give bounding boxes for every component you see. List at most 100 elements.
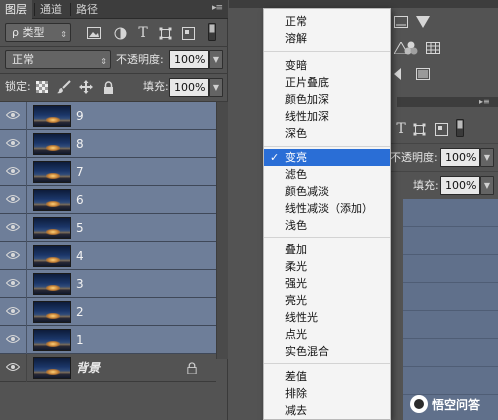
menu-item-pin-light[interactable]: 点光 (264, 326, 390, 343)
eye-icon[interactable] (6, 138, 20, 148)
layer-thumbnail[interactable] (33, 245, 71, 267)
eye-icon[interactable] (6, 250, 20, 260)
menu-item-difference[interactable]: 差值 (264, 368, 390, 385)
layer-name[interactable]: 3 (76, 270, 84, 298)
menu-item-lighten[interactable]: ✓ 变亮 (264, 149, 390, 166)
eye-icon[interactable] (6, 278, 20, 288)
panel-menu-icon[interactable]: ▸≡ (212, 3, 223, 13)
tab-paths[interactable]: 路径 (71, 0, 103, 19)
eye-icon[interactable] (6, 362, 20, 372)
filter-type-select[interactable]: ρ 类型 ⇕ (5, 23, 71, 42)
layer-name[interactable]: 5 (76, 214, 84, 242)
layer-row[interactable]: 3 (0, 270, 216, 298)
collapse-arrows-icon[interactable]: ▸≡ (479, 97, 490, 106)
layer-row[interactable]: 9 (0, 102, 216, 130)
layer-row[interactable]: 2 (0, 298, 216, 326)
blend-row: 正常 ⇕ 不透明度: 100% ▼ (0, 49, 228, 71)
menu-item-darken[interactable]: 变暗 (264, 57, 390, 74)
layer-thumbnail[interactable] (33, 329, 71, 351)
pixel-filter-icon[interactable] (86, 25, 102, 41)
fill-field[interactable]: 100% (169, 78, 209, 97)
opacity-dropdown-button[interactable]: ▼ (480, 148, 494, 167)
lock-all-icon[interactable] (100, 79, 116, 95)
layer-name[interactable]: 8 (76, 130, 84, 158)
layer-thumbnail[interactable] (33, 357, 71, 379)
layer-thumbnail[interactable] (33, 217, 71, 239)
layer-list-scrollbar[interactable] (216, 102, 228, 359)
lock-position-move-icon[interactable] (78, 79, 94, 95)
menu-item-subtract[interactable]: 减去 (264, 402, 390, 419)
layer-row[interactable]: 7 (0, 158, 216, 186)
eye-icon[interactable] (6, 222, 20, 232)
shape-filter-icon[interactable] (411, 121, 427, 137)
tab-channels[interactable]: 通道 (35, 0, 67, 19)
layer-row[interactable]: 1 (0, 326, 216, 354)
menu-item-normal[interactable]: 正常 (264, 13, 390, 30)
layer-name[interactable]: 6 (76, 186, 84, 214)
menu-item-multiply[interactable]: 正片叠底 (264, 74, 390, 91)
layer-row[interactable]: 5 (0, 214, 216, 242)
layer-name[interactable]: 9 (76, 102, 84, 130)
layer-thumbnail[interactable] (33, 189, 71, 211)
menu-item-color-burn[interactable]: 颜色加深 (264, 91, 390, 108)
menu-item-linear-light[interactable]: 线性光 (264, 309, 390, 326)
shape-filter-icon[interactable] (157, 25, 173, 41)
layer-thumbnail[interactable] (33, 161, 71, 183)
menu-item-lighter-color[interactable]: 浅色 (264, 217, 390, 234)
fill-dropdown-button[interactable]: ▼ (480, 176, 494, 195)
fill-label: 填充: (143, 80, 169, 93)
layer-name[interactable]: 2 (76, 298, 84, 326)
eye-icon[interactable] (6, 334, 20, 344)
color-lookup-grid-icon[interactable] (425, 40, 441, 56)
menu-item-overlay[interactable]: 叠加 (264, 241, 390, 258)
layer-name[interactable]: 1 (76, 326, 84, 354)
type-filter-icon[interactable]: T (135, 25, 151, 41)
menu-item-color-dodge[interactable]: 颜色减淡 (264, 183, 390, 200)
triangle-gradient-icon[interactable] (415, 14, 431, 30)
lock-image-pixels-brush-icon[interactable] (56, 79, 72, 95)
filter-toggle-switch[interactable] (455, 119, 465, 137)
menu-item-exclusion[interactable]: 排除 (264, 385, 390, 402)
layer-name[interactable]: 7 (76, 158, 84, 186)
tab-layers[interactable]: 图层 (0, 0, 32, 19)
layer-thumbnail[interactable] (33, 273, 71, 295)
adjustment-filter-icon[interactable] (112, 25, 128, 41)
menu-item-darker-color[interactable]: 深色 (264, 125, 390, 142)
eye-icon[interactable] (6, 194, 20, 204)
threshold-icon[interactable] (393, 66, 409, 82)
layer-thumbnail[interactable] (33, 105, 71, 127)
menu-item-vivid-light[interactable]: 亮光 (264, 292, 390, 309)
opacity-field[interactable]: 100% (169, 50, 209, 69)
lock-transparent-pixels-icon[interactable] (34, 79, 50, 95)
fill-field[interactable]: 100% (440, 176, 480, 195)
filter-toggle-switch[interactable] (207, 23, 217, 41)
eye-icon[interactable] (6, 166, 20, 176)
menu-item-hard-light[interactable]: 强光 (264, 275, 390, 292)
menu-item-linear-dodge[interactable]: 线性减淡（添加） (264, 200, 390, 217)
menu-item-hard-mix[interactable]: 实色混合 (264, 343, 390, 360)
opacity-dropdown-button[interactable]: ▼ (209, 50, 223, 69)
adjustment-icon[interactable] (393, 14, 409, 30)
menu-item-dissolve[interactable]: 溶解 (264, 30, 390, 47)
fill-dropdown-button[interactable]: ▼ (209, 78, 223, 97)
layer-name[interactable]: 4 (76, 242, 84, 270)
background-layer-row[interactable]: 背景 (0, 354, 216, 382)
eye-icon[interactable] (6, 306, 20, 316)
type-filter-icon[interactable]: T (393, 121, 409, 137)
opacity-field[interactable]: 100% (440, 148, 480, 167)
menu-item-soft-light[interactable]: 柔光 (264, 258, 390, 275)
layer-row[interactable]: 4 (0, 242, 216, 270)
smart-object-filter-icon[interactable] (433, 121, 449, 137)
layer-name[interactable]: 背景 (76, 354, 100, 382)
menu-item-linear-burn[interactable]: 线性加深 (264, 108, 390, 125)
layer-row[interactable]: 8 (0, 130, 216, 158)
channel-mixer-icon[interactable] (403, 40, 419, 56)
layer-row[interactable]: 6 (0, 186, 216, 214)
eye-icon[interactable] (6, 110, 20, 120)
layer-thumbnail[interactable] (33, 133, 71, 155)
blend-mode-select[interactable]: 正常 ⇕ (5, 50, 111, 69)
layer-thumbnail[interactable] (33, 301, 71, 323)
gradient-map-icon[interactable] (415, 66, 431, 82)
menu-item-screen[interactable]: 滤色 (264, 166, 390, 183)
smart-object-filter-icon[interactable] (180, 25, 196, 41)
